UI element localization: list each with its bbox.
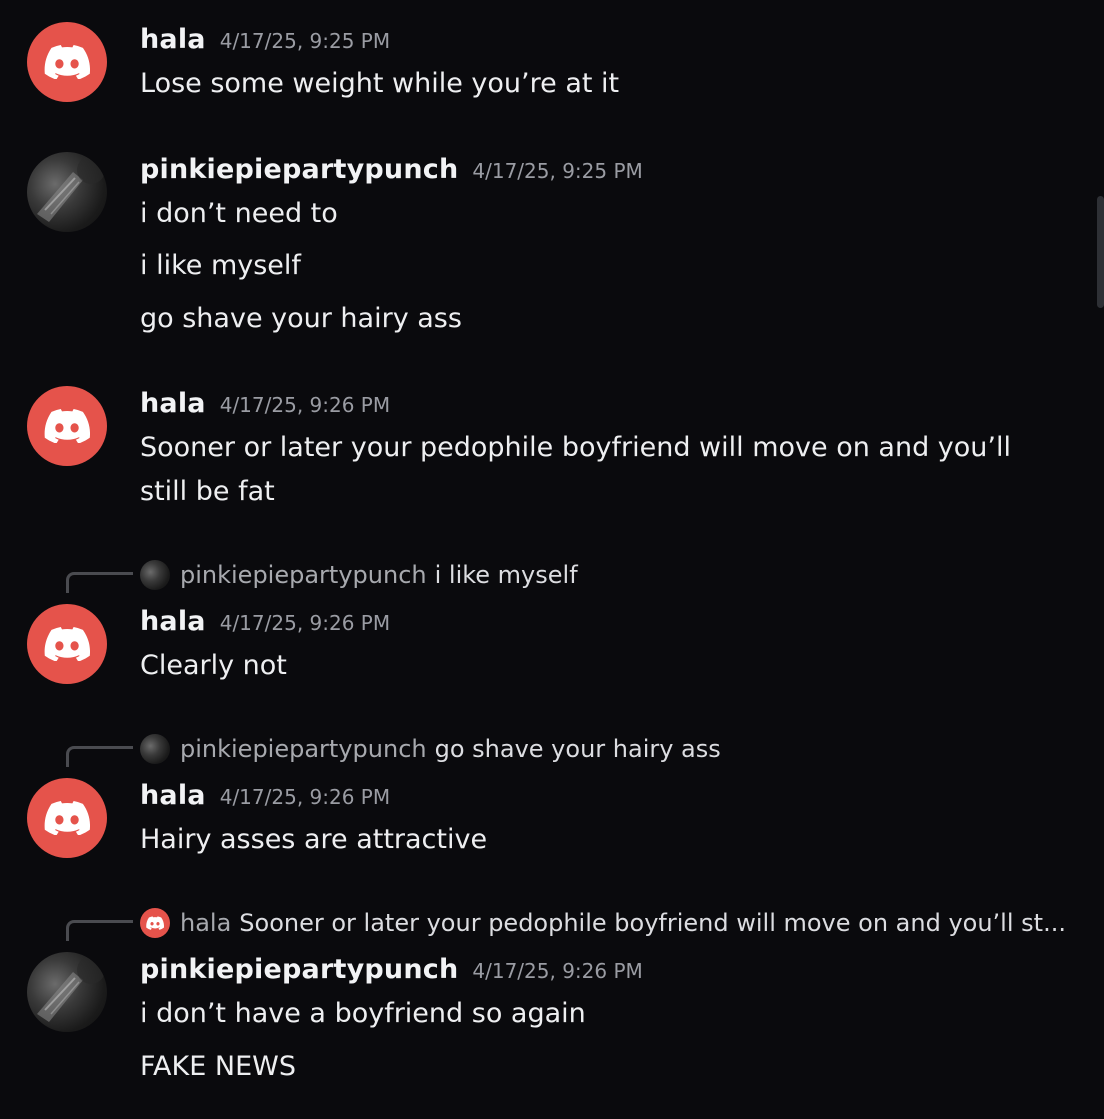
discord-logo-icon[interactable] — [27, 778, 107, 858]
message-header: hala 4/17/25, 9:26 PM — [140, 606, 390, 637]
message-text: Lose some weight while you’re at it — [140, 68, 620, 99]
reply-username[interactable]: hala — [180, 909, 231, 937]
user-photo-avatar[interactable] — [27, 152, 107, 232]
discord-logo-icon — [140, 908, 170, 938]
message-text: still be fat — [140, 476, 275, 507]
reply-connector — [66, 746, 133, 767]
reply-username[interactable]: pinkiepiepartypunch — [180, 561, 427, 589]
message-text: Clearly not — [140, 650, 287, 681]
timestamp: 4/17/25, 9:26 PM — [219, 611, 391, 635]
discord-logo-icon[interactable] — [27, 604, 107, 684]
reply-connector — [66, 572, 133, 593]
username[interactable]: hala — [140, 606, 206, 637]
message-header: hala 4/17/25, 9:25 PM — [140, 24, 390, 55]
message-text: i don’t need to — [140, 198, 338, 229]
reply-connector — [66, 920, 133, 941]
scrollbar-thumb[interactable] — [1097, 196, 1104, 308]
username[interactable]: pinkiepiepartypunch — [140, 954, 458, 985]
chat-message-list: hala 4/17/25, 9:25 PM Lose some weight wh… — [0, 0, 1104, 1119]
discord-logo-icon[interactable] — [27, 386, 107, 466]
timestamp: 4/17/25, 9:25 PM — [219, 29, 391, 53]
user-photo-avatar — [140, 734, 170, 764]
reply-snippet: Sooner or later your pedophile boyfriend… — [239, 909, 1066, 937]
reply-snippet: i like myself — [434, 561, 578, 589]
timestamp: 4/17/25, 9:25 PM — [472, 159, 643, 183]
reply-username[interactable]: pinkiepiepartypunch — [180, 735, 427, 763]
message-text: i like myself — [140, 250, 301, 281]
username[interactable]: hala — [140, 780, 206, 811]
username[interactable]: pinkiepiepartypunch — [140, 154, 458, 185]
message-text: Sooner or later your pedophile boyfriend… — [140, 432, 1012, 463]
username[interactable]: hala — [140, 388, 206, 419]
message-header: hala 4/17/25, 9:26 PM — [140, 388, 390, 419]
message-text: i don’t have a boyfriend so again — [140, 998, 586, 1029]
reply-snippet: go shave your hairy ass — [434, 735, 721, 763]
user-photo-avatar[interactable] — [27, 952, 107, 1032]
discord-logo-icon[interactable] — [27, 22, 107, 102]
reply-content: hala Sooner or later your pedophile boyfr… — [180, 906, 1066, 940]
timestamp: 4/17/25, 9:26 PM — [219, 785, 391, 809]
user-photo-avatar — [140, 560, 170, 590]
message-header: pinkiepiepartypunch 4/17/25, 9:25 PM — [140, 154, 643, 185]
message-text: FAKE NEWS — [140, 1051, 296, 1082]
reply-content: pinkiepiepartypunch go shave your hairy a… — [180, 732, 721, 766]
message-text: go shave your hairy ass — [140, 303, 462, 334]
timestamp: 4/17/25, 9:26 PM — [472, 959, 643, 983]
timestamp: 4/17/25, 9:26 PM — [219, 393, 391, 417]
username[interactable]: hala — [140, 24, 206, 55]
message-text: Hairy asses are attractive — [140, 824, 488, 855]
reply-content: pinkiepiepartypunch i like myself — [180, 558, 578, 592]
message-header: hala 4/17/25, 9:26 PM — [140, 780, 390, 811]
message-header: pinkiepiepartypunch 4/17/25, 9:26 PM — [140, 954, 643, 985]
